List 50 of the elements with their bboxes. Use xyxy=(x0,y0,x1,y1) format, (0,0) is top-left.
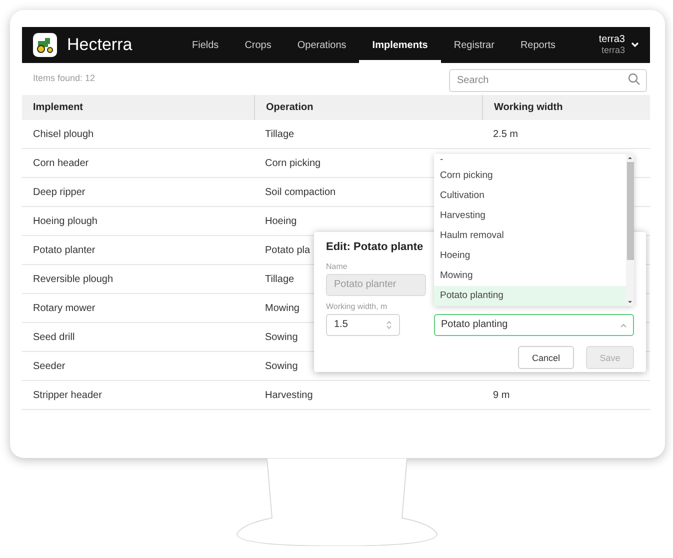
table-cell-text: Corn picking xyxy=(265,156,321,170)
table-cell-text: Rotary mower xyxy=(33,302,96,316)
column-header: Operation xyxy=(266,101,314,115)
table-cell-text: Tillage xyxy=(265,128,294,142)
nav-tab[interactable]: Registrar xyxy=(440,27,508,63)
table-cell-text: Harvesting xyxy=(265,388,313,402)
dropdown-option[interactable]: Potato planting xyxy=(434,286,626,306)
user-name: terra3 xyxy=(598,34,625,45)
search-field[interactable]: Search xyxy=(449,68,647,92)
table-cell-text: 2.5 m xyxy=(493,128,518,142)
table-cell-text: Hoeing xyxy=(265,214,297,228)
operation-select[interactable]: Potato planting xyxy=(434,314,634,336)
spinner-arrows-icon[interactable] xyxy=(386,320,392,330)
table-cell-text: Sowing xyxy=(265,330,298,344)
chevron-up-icon[interactable] xyxy=(620,322,627,328)
nav-tab[interactable]: Operations xyxy=(284,27,360,63)
dialog-title: Edit: Potato plante xyxy=(326,240,424,254)
tractor-logo-icon xyxy=(33,33,57,57)
table-cell-text: Deep ripper xyxy=(33,186,86,200)
nav-tab[interactable]: Crops xyxy=(232,27,284,63)
app-title: Hecterra xyxy=(67,34,134,56)
column-header: Working width xyxy=(494,101,563,115)
scrollbar[interactable] xyxy=(626,154,634,306)
table-cell-text: Corn header xyxy=(33,156,89,170)
width-label: Working width, m xyxy=(326,302,388,312)
table-cell-text: Chisel plough xyxy=(33,128,94,142)
search-icon[interactable] xyxy=(628,72,640,84)
table-cell-text: Seed drill xyxy=(33,330,75,344)
table-cell-text: Seeder xyxy=(33,360,66,374)
user-login: terra3 xyxy=(601,45,625,56)
table-cell-text: Sowing xyxy=(265,360,298,374)
chevron-down-icon[interactable] xyxy=(631,42,639,48)
nav-tab[interactable]: Fields xyxy=(179,27,232,63)
name-label: Name xyxy=(326,262,348,272)
table-cell-text: Tillage xyxy=(265,272,294,286)
table-cell-text: Stripper header xyxy=(33,388,102,402)
table-cell-text: Hoeing plough xyxy=(33,214,98,228)
dropdown-option[interactable]: - xyxy=(434,154,626,166)
table-cell-text: 9 m xyxy=(493,388,510,402)
nav-tab[interactable]: Reports xyxy=(507,27,568,63)
width-number-field[interactable]: 1.5 xyxy=(326,314,400,336)
items-count: Items found: 12 xyxy=(33,72,96,86)
table-cell-text: Soil compaction xyxy=(265,186,336,200)
nav-tab[interactable]: Implements xyxy=(359,27,441,63)
table-cell-text: Reversible plough xyxy=(33,272,114,286)
table-cell-text: Potato planter xyxy=(33,244,96,258)
column-header: Implement xyxy=(33,101,84,115)
table-cell-text: Potato pla xyxy=(265,244,310,258)
cancel-button[interactable]: Cancel xyxy=(518,346,574,369)
table-cell-text: Mowing xyxy=(265,302,300,316)
